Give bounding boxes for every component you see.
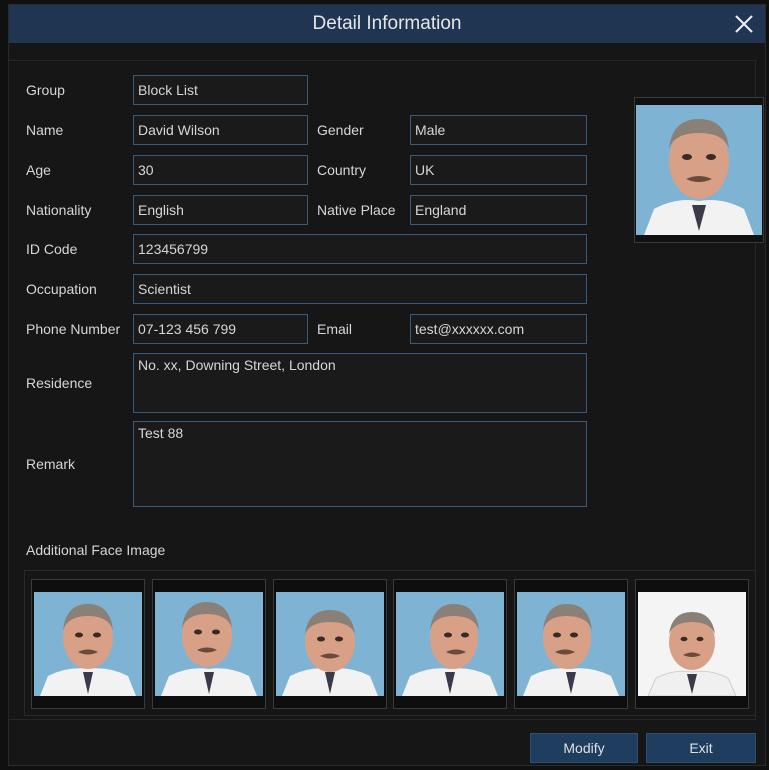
gender-field[interactable]: Male [410,115,587,145]
face-thumbnail-image [34,592,142,696]
phone-field[interactable]: 07-123 456 799 [133,314,308,344]
remark-field[interactable]: Test 88 [133,421,587,507]
main-face-photo [634,97,764,243]
face-thumbnail[interactable] [31,579,145,709]
age-label: Age [26,162,51,178]
face-thumbnail[interactable] [635,579,749,709]
nationality-field[interactable]: English [133,195,308,225]
country-label: Country [317,162,367,178]
group-field[interactable]: Block List [133,75,308,105]
face-thumbnail-image [276,592,384,696]
face-thumbnail-image [638,592,746,696]
face-thumbnail-image [517,592,625,696]
age-field[interactable]: 30 [133,155,308,185]
additional-face-label: Additional Face Image [26,542,166,558]
country-field[interactable]: UK [410,155,587,185]
name-label: Name [26,122,64,138]
native-place-label: Native Place [317,202,396,218]
title-bar: Detail Information [9,5,765,43]
gender-label: Gender [317,122,364,138]
id-code-field[interactable]: 123456799 [133,234,587,264]
face-photo-image [636,105,762,235]
residence-field[interactable]: No. xx, Downing Street, London [133,353,587,413]
face-thumbnail-image [155,592,263,696]
group-label: Group [26,82,65,98]
name-field[interactable]: David Wilson [133,115,308,145]
close-button[interactable] [729,9,759,39]
modify-button[interactable]: Modify [530,733,638,763]
face-thumbnail-image [396,592,504,696]
email-label: Email [317,321,353,337]
dialog-title: Detail Information [312,13,462,34]
exit-button[interactable]: Exit [646,733,756,763]
close-icon [735,15,753,33]
face-thumbnail[interactable] [514,579,628,709]
face-thumbnail[interactable] [152,579,266,709]
face-thumbnail[interactable] [273,579,387,709]
phone-label: Phone Number [26,321,121,337]
native-place-field[interactable]: England [410,195,587,225]
face-thumbnail[interactable] [393,579,507,709]
additional-face-panel [24,570,756,716]
occupation-field[interactable]: Scientist [133,274,587,304]
occupation-label: Occupation [26,281,97,297]
residence-label: Residence [26,375,93,391]
remark-label: Remark [26,456,76,472]
email-field[interactable]: test@xxxxxx.com [410,314,587,344]
id-code-label: ID Code [26,241,78,257]
nationality-label: Nationality [26,202,92,218]
